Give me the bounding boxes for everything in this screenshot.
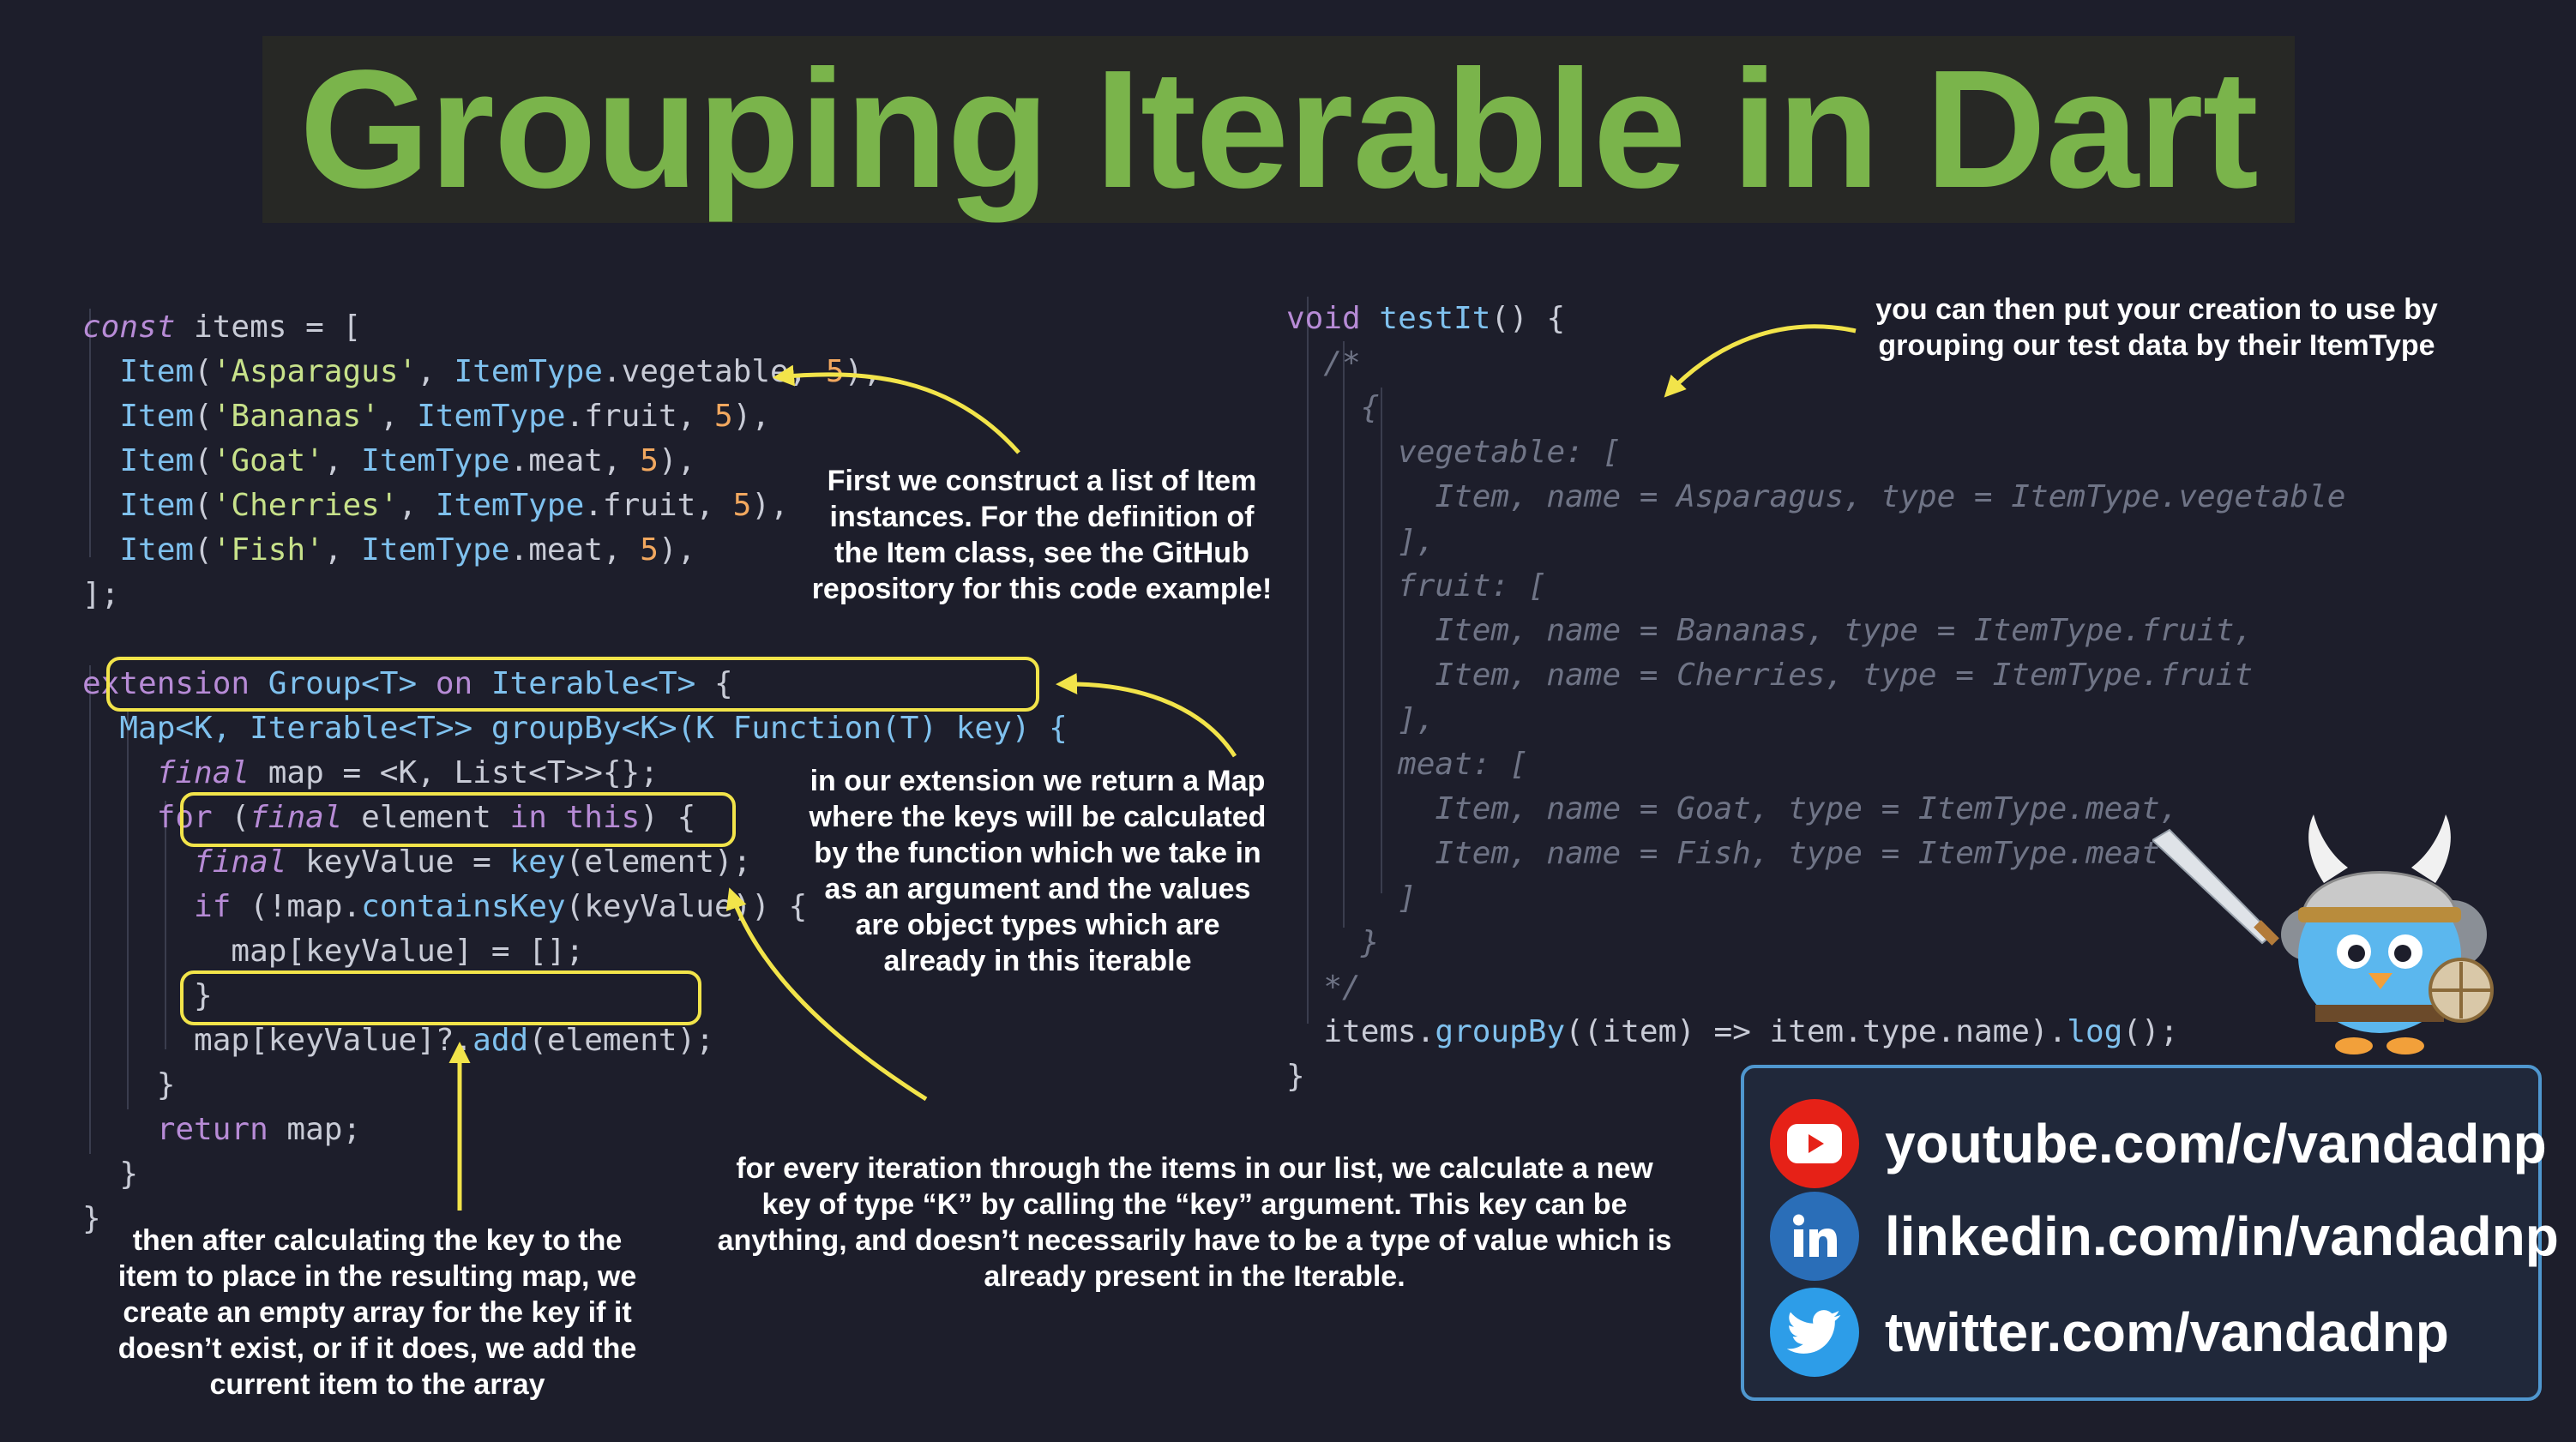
social-link-label: twitter.com/vandadnp [1885, 1301, 2449, 1363]
social-link-label: linkedin.com/in/vandadnp [1885, 1205, 2559, 1267]
social-link-twitter[interactable]: twitter.com/vandadnp [1770, 1288, 2449, 1377]
social-links-panel: youtube.com/c/vandadnp linkedin.com/in/v… [1741, 1065, 2559, 1401]
arrow-to-items-list [773, 364, 1020, 454]
arrow-to-keyvalue [725, 887, 928, 1102]
youtube-icon [1770, 1099, 1859, 1188]
viking-mascot-icon [2152, 814, 2494, 1054]
arrow-to-signature [1056, 673, 1237, 758]
social-link-label: youtube.com/c/vandadnp [1885, 1113, 2547, 1175]
arrow-to-groupby-call [1664, 324, 1857, 398]
social-link-youtube[interactable]: youtube.com/c/vandadnp [1770, 1099, 2547, 1188]
twitter-icon [1770, 1288, 1859, 1377]
linkedin-icon [1770, 1192, 1859, 1281]
social-link-linkedin[interactable]: linkedin.com/in/vandadnp [1770, 1192, 2559, 1281]
